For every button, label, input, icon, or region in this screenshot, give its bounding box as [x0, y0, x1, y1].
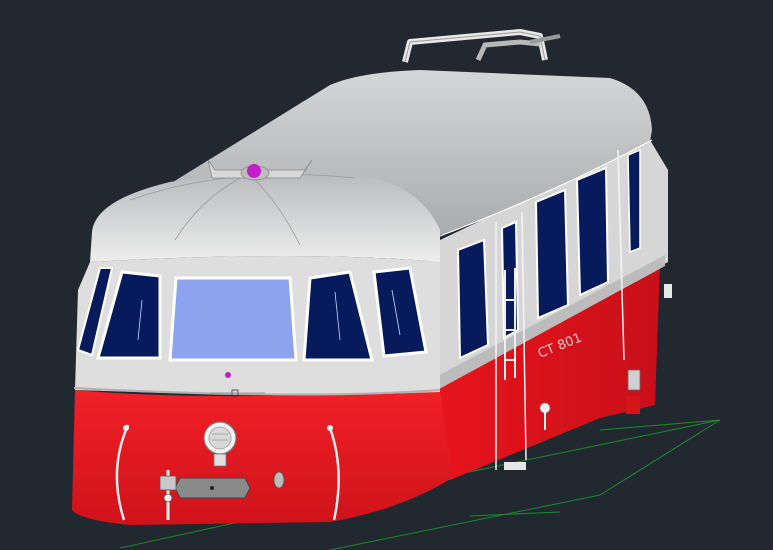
railcar-3d-model: CT 801 [72, 29, 721, 550]
side-window-2[interactable] [534, 188, 570, 320]
front-dome [90, 172, 440, 262]
side-window-1[interactable] [456, 238, 490, 360]
side-vent [627, 369, 641, 391]
grab-rail-right-mount [327, 425, 333, 431]
coupler-buffer [174, 477, 251, 499]
grab-rail-left-mount [123, 425, 129, 431]
front-marker-dot [225, 372, 231, 378]
door-step [504, 462, 526, 470]
side-lamp [664, 284, 672, 298]
front-window-center[interactable] [168, 276, 298, 362]
side-window-3[interactable] [575, 166, 610, 297]
horn-marker [247, 164, 261, 178]
rear-coupler [626, 396, 640, 414]
air-hose [273, 471, 285, 489]
cad-viewport[interactable]: CT 801 [0, 0, 773, 550]
side-window-4[interactable] [627, 148, 641, 254]
front-lower-panel [72, 390, 452, 525]
roof-equipment [402, 29, 561, 63]
